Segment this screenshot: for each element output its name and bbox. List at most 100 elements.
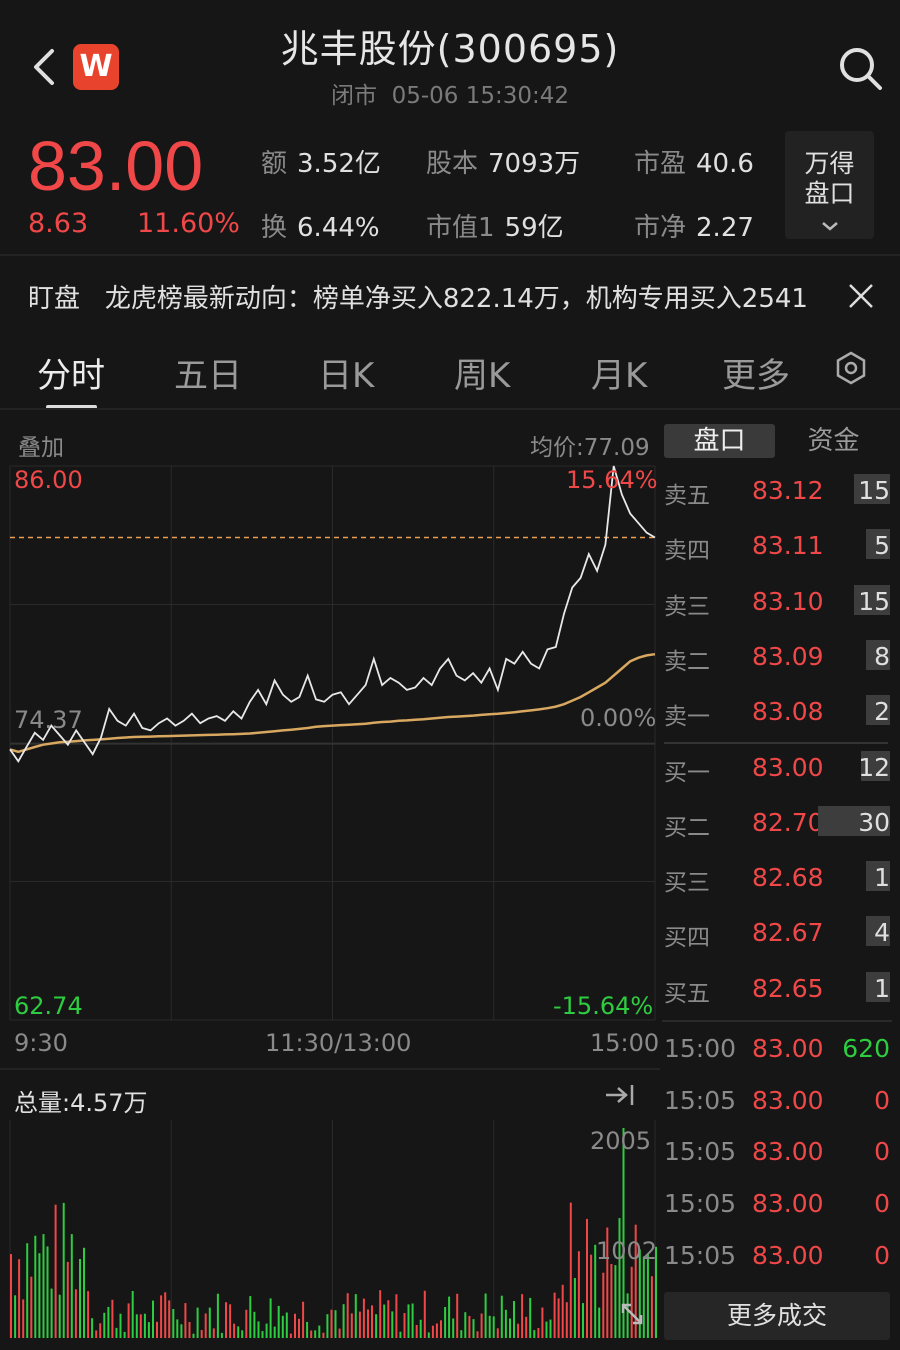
tab-more[interactable]: 更多 [722,348,790,397]
order-price: 83.09 [752,641,824,671]
tab-daily-k[interactable]: 日K [318,348,374,397]
expand-button[interactable] [618,1300,646,1328]
order-level-label: 买五 [664,980,710,1007]
overlay-button[interactable]: 叠加 [18,428,64,462]
volume-bar [62,1202,65,1338]
pct-axis-mid-label: 0.00% [580,704,657,732]
volume-bar [70,1234,73,1338]
volume-bar [91,1318,94,1338]
trade-price: 83.00 [752,1189,824,1219]
order-price: 83.00 [752,752,824,782]
bid-row[interactable]: 买五 82.65 1 [664,964,892,1019]
order-volume: 5 [874,531,890,561]
bid-row[interactable]: 买一 83.00 12 [664,743,892,798]
x-axis-label-end: 15:00 [590,1029,660,1057]
price-change: 8.63 [28,208,89,239]
price-change-pct: 11.60% [137,208,240,239]
volume-bar [362,1298,365,1338]
order-volume: 1 [874,973,890,1003]
volume-bar [216,1293,219,1338]
volume-bar [646,1254,649,1338]
bid-row[interactable]: 买四 82.67 4 [664,908,892,963]
volume-bar [415,1325,418,1338]
volume-bar [277,1305,280,1338]
order-price: 83.08 [752,697,824,727]
tab-intraday[interactable]: 分时 [37,348,105,397]
volume-bar [346,1293,349,1338]
order-price: 83.10 [752,586,824,616]
jump-to-end-button[interactable] [602,1080,638,1110]
volume-bar [509,1318,511,1338]
volume-bar [545,1321,548,1338]
volume-bar [533,1330,536,1338]
volume-bar [387,1300,390,1338]
volume-bar [143,1313,146,1338]
volume-bar [476,1331,479,1338]
tab-monthly-k[interactable]: 月K [591,348,647,397]
order-price: 83.12 [752,476,824,505]
volume-bar [26,1243,29,1338]
volume-bar [115,1327,118,1338]
order-level-label: 卖二 [664,648,710,675]
volume-bar [66,1261,69,1338]
volume-bar [107,1306,110,1338]
volume-bar [342,1304,345,1338]
tab-order-book[interactable]: 盘口 [664,424,775,458]
volume-bar [326,1314,329,1338]
trade-time: 15:00 [664,1034,737,1063]
volume-bar [517,1323,520,1338]
volume-bar [338,1328,341,1338]
volume-bar [468,1315,471,1338]
divider [0,1068,660,1070]
tab-weekly-k[interactable]: 周K [454,348,510,397]
order-volume: 8 [874,641,890,671]
search-button[interactable] [836,44,884,92]
volume-bar [298,1318,300,1338]
close-news-button[interactable] [846,281,876,311]
volume-bar [602,1272,605,1338]
y-axis-mid-label: 74.37 [14,706,83,734]
volume-bar [464,1312,467,1338]
volume-bar [22,1299,25,1338]
stat-amount: 额 3.52亿 [261,149,381,179]
volume-bar [440,1320,442,1338]
order-level-label: 卖一 [664,704,710,731]
order-volume: 4 [874,918,890,948]
volume-bar [147,1322,150,1338]
volume-bar [269,1298,272,1338]
volume-bar [184,1303,187,1338]
ask-row[interactable]: 卖四 83.11 5 [664,521,892,576]
y-axis-top-label: 86.00 [14,466,83,494]
volume-bar [411,1303,414,1338]
tab-five-day[interactable]: 五日 [174,348,242,397]
volume-bars [10,1128,657,1338]
volume-bar [119,1313,122,1338]
tab-fund-flow[interactable]: 资金 [777,424,890,458]
bid-row[interactable]: 买三 82.68 1 [664,853,892,908]
stat-pe: 市盈 40.6 [634,149,754,179]
volume-bar [253,1311,256,1338]
settings-button[interactable] [833,350,869,386]
x-axis-label-mid: 11:30/13:00 [265,1029,412,1057]
ask-row[interactable]: 卖二 83.09 8 [664,632,892,687]
volume-bar [265,1323,268,1338]
ask-row[interactable]: 卖一 83.08 2 [664,687,892,742]
bid-row[interactable]: 买二 82.70 30 [664,798,892,853]
wind-order-book-button[interactable]: 万得 盘口 [785,131,874,239]
volume-bar [172,1309,175,1338]
ask-row[interactable]: 卖五 83.12 15 [664,466,892,521]
volume-bar [95,1330,98,1338]
volume-bar [204,1313,207,1338]
more-trades-button[interactable]: 更多成交 [664,1292,890,1340]
volume-mid-label: 1002 [596,1237,658,1265]
volume-bar [350,1313,353,1338]
news-ticker[interactable]: 盯盘 龙虎榜最新动向：榜单净买入822.14万，机构专用买入2541 [28,278,808,315]
volume-bar [521,1294,524,1338]
order-book-divider [664,742,888,744]
ask-row[interactable]: 卖三 83.10 15 [664,577,892,632]
news-text: 龙虎榜最新动向：榜单净买入822.14万，机构专用买入2541 [104,284,808,314]
volume-bar [111,1299,114,1338]
volume-bar [541,1307,544,1338]
volume-bar [285,1312,288,1338]
volume-bar [257,1321,260,1338]
